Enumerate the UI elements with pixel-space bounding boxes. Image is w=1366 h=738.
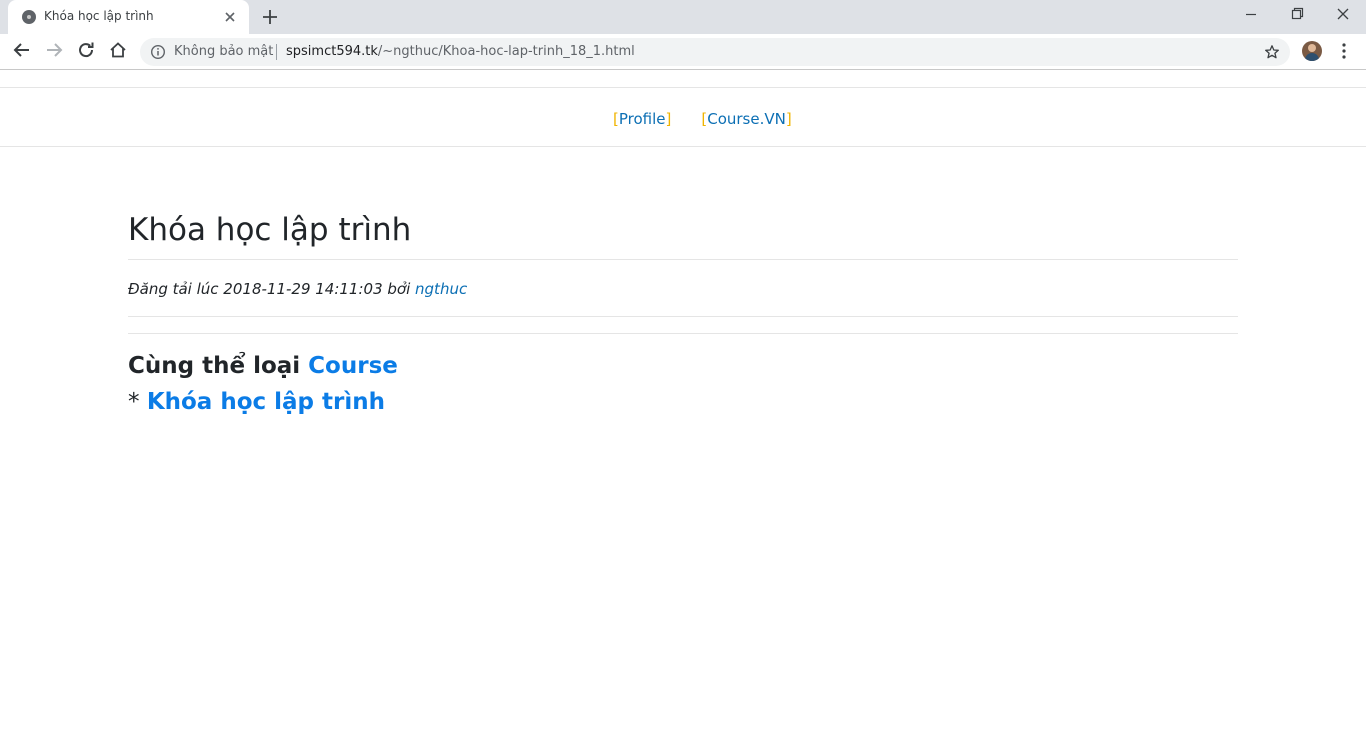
home-icon[interactable] bbox=[104, 36, 132, 64]
url-text[interactable]: spsimct594.tk/~ngthuc/Khoa-hoc-lap-trinh… bbox=[286, 44, 635, 59]
window-minimize-icon[interactable] bbox=[1228, 0, 1274, 30]
tab-close-icon[interactable] bbox=[222, 9, 238, 25]
list-item: * Khóa học lập trình bbox=[128, 382, 1238, 422]
new-tab-plus-icon[interactable] bbox=[258, 6, 282, 28]
star-icon[interactable] bbox=[1264, 44, 1280, 60]
nav-link-label: Profile bbox=[618, 110, 666, 128]
info-icon[interactable] bbox=[150, 44, 166, 60]
browser-toolbar: Không bảo mật spsimct594.tk/~ngthuc/Khoa… bbox=[0, 34, 1366, 70]
related-heading-text: Cùng thể loại bbox=[128, 353, 309, 379]
page-viewport: [Profile] [Course.VN] Khóa học lập trình … bbox=[0, 71, 1366, 738]
kebab-menu-icon[interactable] bbox=[1334, 41, 1354, 61]
page-title: Khóa học lập trình bbox=[128, 212, 412, 248]
back-arrow-icon[interactable] bbox=[8, 36, 36, 64]
post-meta: Đăng tải lúc 2018-11-29 14:11:03 bởi ngt… bbox=[128, 260, 1238, 316]
avatar-icon[interactable] bbox=[1302, 41, 1322, 61]
related-section: Cùng thể loại Course * Khóa học lập trìn… bbox=[128, 350, 1238, 422]
tab-strip: Khóa học lập trình bbox=[0, 0, 1366, 34]
related-heading: Cùng thể loại Course bbox=[128, 350, 1238, 382]
window-close-icon[interactable] bbox=[1320, 0, 1366, 30]
nav-link-course-vn[interactable]: [Course.VN] bbox=[701, 110, 791, 128]
nav-link-label: Course.VN bbox=[707, 110, 786, 128]
url-host: spsimct594.tk bbox=[286, 44, 378, 59]
content-divider bbox=[128, 333, 1238, 334]
browser-tab[interactable]: Khóa học lập trình bbox=[8, 0, 249, 34]
author-link[interactable]: ngthuc bbox=[415, 280, 467, 298]
related-article-link[interactable]: Khóa học lập trình bbox=[147, 389, 385, 415]
tab-title: Khóa học lập trình bbox=[44, 9, 154, 23]
address-separator bbox=[276, 44, 277, 60]
bracket-close: ] bbox=[665, 110, 672, 128]
address-bar[interactable]: Không bảo mật spsimct594.tk/~ngthuc/Khoa… bbox=[140, 38, 1290, 66]
site-favicon-icon bbox=[22, 10, 36, 24]
post-meta-text: Đăng tải lúc 2018-11-29 14:11:03 bởi bbox=[128, 280, 416, 298]
site-nav-links: [Profile] [Course.VN] bbox=[613, 110, 792, 128]
bracket-close: ] bbox=[785, 110, 792, 128]
url-path: /~ngthuc/Khoa-hoc-lap-trinh_18_1.html bbox=[377, 44, 635, 59]
nav-link-profile[interactable]: [Profile] bbox=[613, 110, 671, 128]
meta-divider bbox=[128, 316, 1238, 317]
forward-arrow-icon[interactable] bbox=[40, 36, 68, 64]
category-link[interactable]: Course bbox=[308, 353, 398, 379]
article: Khóa học lập trình Đăng tải lúc 2018-11-… bbox=[128, 212, 1238, 422]
reload-icon[interactable] bbox=[72, 36, 100, 64]
bullet-marker: * bbox=[128, 389, 147, 415]
site-nav: [Profile] [Course.VN] bbox=[0, 88, 1366, 147]
window-restore-icon[interactable] bbox=[1274, 0, 1320, 30]
security-status-label[interactable]: Không bảo mật bbox=[174, 44, 273, 59]
